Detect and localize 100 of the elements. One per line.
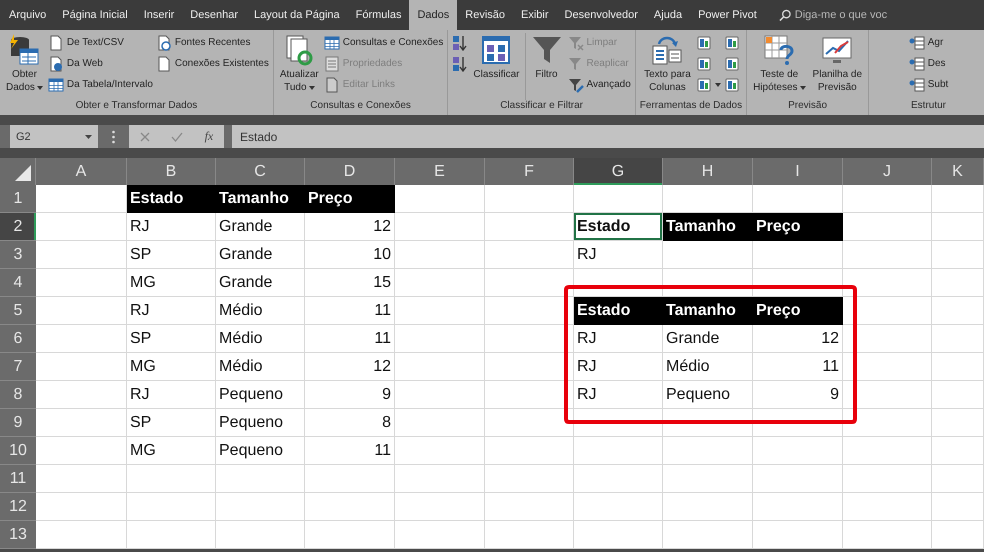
row-header[interactable]: 9 xyxy=(0,409,36,437)
outline-icon xyxy=(908,34,925,50)
ribbon-tab[interactable]: Desenvolvedor xyxy=(556,0,646,30)
row-header[interactable]: 6 xyxy=(0,325,36,353)
ribbon-tab[interactable]: Fórmulas xyxy=(348,0,410,30)
ribbon-button[interactable]: Classificar xyxy=(471,33,522,100)
table-cell: 11 xyxy=(305,437,395,465)
ribbon-button[interactable]: Agr xyxy=(908,33,948,52)
row-header[interactable]: 1 xyxy=(0,185,36,213)
ribbon-button[interactable]: De Text/CSV xyxy=(48,33,153,52)
ribbon-tab[interactable]: Ajuda xyxy=(646,0,690,30)
table-cell: 15 xyxy=(305,269,395,297)
ribbon-tab[interactable]: Inserir xyxy=(136,0,182,30)
table-icon xyxy=(763,34,796,66)
name-box[interactable]: G2 xyxy=(10,125,98,148)
table-icon xyxy=(48,76,64,92)
ribbon-button[interactable]: Avançado xyxy=(568,75,631,94)
row-header[interactable]: 3 xyxy=(0,241,36,269)
ribbon-tab[interactable]: Revisão xyxy=(457,0,514,30)
row-header[interactable]: 4 xyxy=(0,269,36,297)
table-cell: Médio xyxy=(216,297,305,325)
caret-icon xyxy=(85,134,92,138)
grip-icon[interactable] xyxy=(112,130,115,144)
ribbon-tab[interactable]: Página Inicial xyxy=(54,0,136,30)
data-tool-icon xyxy=(696,56,712,72)
ribbon-button[interactable]: Filtro xyxy=(524,33,564,100)
column-header[interactable]: F xyxy=(485,158,574,185)
document-icon xyxy=(156,56,172,72)
table-cell: RJ xyxy=(127,213,216,241)
group-label: Ferramentas de Dados xyxy=(640,100,742,113)
column-header[interactable]: G xyxy=(574,158,663,185)
row-header[interactable]: 13 xyxy=(0,521,36,549)
ribbon-tab[interactable]: Arquivo xyxy=(1,0,54,30)
table-cell: RJ xyxy=(574,353,663,381)
ribbon-button[interactable] xyxy=(452,54,468,73)
ribbon-button[interactable]: Da Tabela/Intervalo xyxy=(48,75,153,94)
column-header[interactable]: D xyxy=(305,158,395,185)
row-header[interactable]: 12 xyxy=(0,493,36,521)
ribbon-button[interactable]: Subt xyxy=(908,75,948,94)
ribbon-tab[interactable]: Desenhar xyxy=(182,0,246,30)
column-header[interactable]: K xyxy=(932,158,984,185)
ribbon-button[interactable]: Conexões Existentes xyxy=(156,54,269,73)
table-cell: Pequeno xyxy=(216,437,305,465)
row-header[interactable]: 7 xyxy=(0,353,36,381)
ribbon-tab[interactable]: Exibir xyxy=(513,0,557,30)
table-cell xyxy=(932,493,984,521)
data-tool-icon xyxy=(696,76,712,92)
insert-function-button[interactable]: fx xyxy=(204,129,214,144)
column-header[interactable]: E xyxy=(395,158,485,185)
ribbon-button[interactable]: Fontes Recentes xyxy=(156,33,269,52)
table-cell: Grande xyxy=(216,241,305,269)
table-cell: 12 xyxy=(305,353,395,381)
caret-icon xyxy=(36,86,43,90)
table-cell: 10 xyxy=(305,241,395,269)
column-header[interactable]: C xyxy=(216,158,305,185)
table-cell: SP xyxy=(127,409,216,437)
row-header[interactable]: 2 xyxy=(0,213,36,241)
ribbon-tab[interactable]: Layout da Página xyxy=(246,0,348,30)
document-icon xyxy=(48,34,64,50)
ribbon-button[interactable] xyxy=(452,33,468,52)
caret-icon xyxy=(308,86,314,90)
table-cell: 11 xyxy=(305,297,395,325)
table-cell: MG xyxy=(127,437,216,465)
formula-field[interactable]: Estado xyxy=(232,125,984,148)
table-cell: Médio xyxy=(663,353,753,381)
table-cell: Preço xyxy=(753,297,843,325)
row-header[interactable]: 5 xyxy=(0,297,36,325)
table-cell: MG xyxy=(127,269,216,297)
select-all-button[interactable] xyxy=(0,158,36,185)
table-cell: Pequeno xyxy=(663,381,753,409)
search-field[interactable]: Diga-me o que voc xyxy=(794,9,984,21)
table-cell: Pequeno xyxy=(216,381,305,409)
ribbon-button[interactable]: Texto para Colunas xyxy=(642,33,693,100)
column-header[interactable]: J xyxy=(843,158,932,185)
ribbon-button[interactable]: Atualizar Tudo xyxy=(278,33,321,100)
table-cell xyxy=(932,213,984,241)
column-header[interactable]: I xyxy=(753,158,843,185)
advanced-filter-icon xyxy=(568,76,584,92)
table-cell xyxy=(932,381,984,409)
ribbon-button[interactable]: Obter Dados xyxy=(4,33,45,100)
ribbon-button[interactable]: Da Web xyxy=(48,54,153,73)
row-header[interactable]: 8 xyxy=(0,381,36,409)
table-cell xyxy=(932,325,984,353)
ribbon-button[interactable]: Des xyxy=(908,54,948,73)
table-cell xyxy=(932,521,984,549)
ribbon-button[interactable]: Planilha de Previsão xyxy=(810,33,864,100)
table-cell: Preço xyxy=(305,185,395,213)
table-cell xyxy=(932,269,984,297)
ribbon-button[interactable]: Teste de Hipóteses xyxy=(751,33,808,100)
data-tool-icon xyxy=(724,76,740,92)
ribbon-button[interactable]: Consultas e Conexões xyxy=(324,33,444,52)
row-header[interactable]: 11 xyxy=(0,465,36,493)
row-header[interactable]: 10 xyxy=(0,437,36,465)
table-cell: MG xyxy=(127,353,216,381)
clock-icon xyxy=(156,34,172,50)
column-header[interactable]: B xyxy=(127,158,216,185)
column-header[interactable]: H xyxy=(663,158,753,185)
ribbon-tab[interactable]: Power Pivot xyxy=(690,0,765,30)
column-header[interactable]: A xyxy=(36,158,127,185)
ribbon-tab[interactable]: Dados xyxy=(409,0,458,30)
